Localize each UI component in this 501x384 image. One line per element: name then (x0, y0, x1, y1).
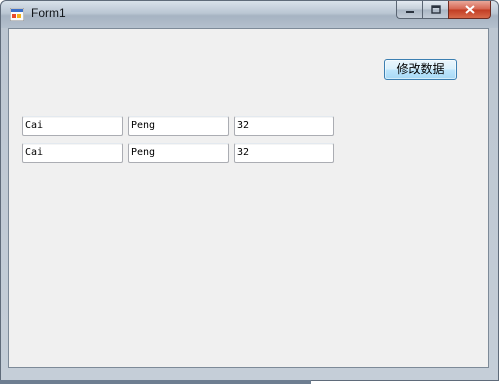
age-textbox-1[interactable]: 32 (234, 116, 334, 136)
taskbar-edge (0, 380, 311, 384)
maximize-icon (430, 5, 441, 14)
last-name-textbox-1[interactable]: Peng (128, 116, 229, 136)
age-textbox-2[interactable]: 32 (234, 143, 334, 163)
form-client-area: 修改数据 Cai Peng 32 Cai Peng 32 (8, 28, 489, 368)
title-bar[interactable]: Form1 (1, 1, 498, 28)
minimize-button[interactable] (396, 1, 422, 19)
first-name-textbox-2[interactable]: Cai (22, 143, 123, 163)
minimize-icon (405, 10, 414, 13)
caption-buttons (396, 1, 491, 20)
form1-window: Form1 修改数据 Cai Peng 32 Cai Peng 32 (0, 0, 499, 381)
first-name-textbox-1[interactable]: Cai (22, 116, 123, 136)
close-icon (464, 5, 475, 14)
close-button[interactable] (448, 1, 491, 19)
form-app-icon (10, 8, 24, 21)
modify-data-button[interactable]: 修改数据 (384, 59, 457, 80)
window-title: Form1 (31, 6, 66, 20)
last-name-textbox-2[interactable]: Peng (128, 143, 229, 163)
maximize-button[interactable] (422, 1, 448, 19)
